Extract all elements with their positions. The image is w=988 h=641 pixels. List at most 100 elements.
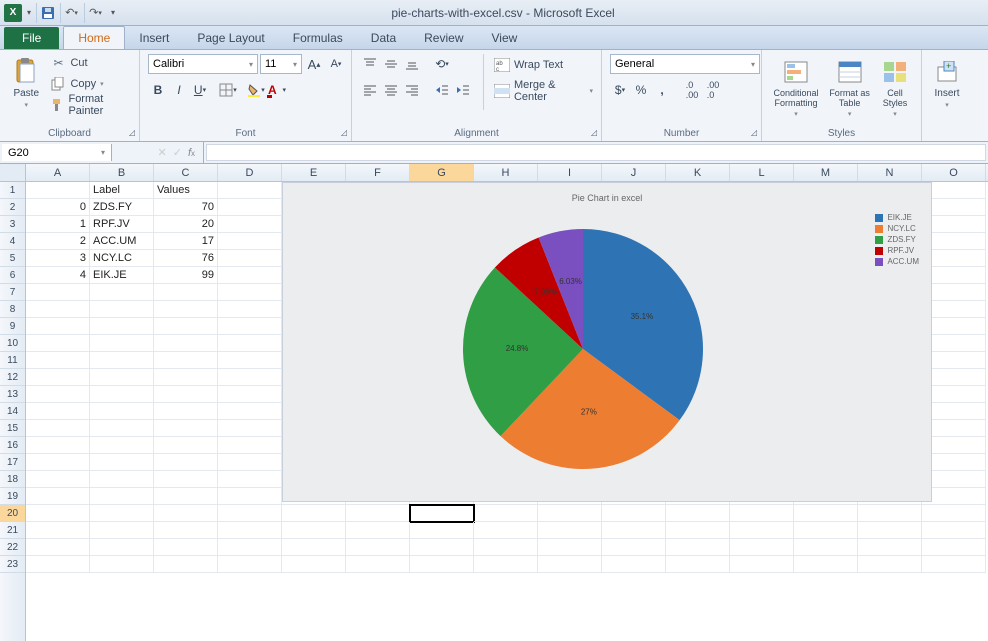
- format-painter-button[interactable]: Format Painter: [50, 96, 131, 114]
- cell-A11[interactable]: [26, 352, 90, 369]
- cell-K21[interactable]: [666, 522, 730, 539]
- cell-H21[interactable]: [474, 522, 538, 539]
- cell-B6[interactable]: EIK.JE: [90, 267, 154, 284]
- cell-G23[interactable]: [410, 556, 474, 573]
- font-color-button[interactable]: A▾: [267, 80, 287, 100]
- worksheet-grid[interactable]: ABCDEFGHIJKLMNO 123456789101112131415161…: [0, 164, 988, 641]
- cell-M21[interactable]: [794, 522, 858, 539]
- cell-C3[interactable]: 20: [154, 216, 218, 233]
- align-center-button[interactable]: [381, 80, 401, 100]
- cell-B1[interactable]: Label: [90, 182, 154, 199]
- tab-home[interactable]: Home: [63, 26, 125, 49]
- cell-D3[interactable]: [218, 216, 282, 233]
- save-icon[interactable]: [36, 3, 58, 23]
- row-header-5[interactable]: 5: [0, 250, 25, 267]
- app-menu-chevron-icon[interactable]: ▾: [24, 8, 34, 17]
- align-right-button[interactable]: [402, 80, 422, 100]
- cell-C16[interactable]: [154, 437, 218, 454]
- cell-M20[interactable]: [794, 505, 858, 522]
- row-header-2[interactable]: 2: [0, 199, 25, 216]
- cell-A14[interactable]: [26, 403, 90, 420]
- cell-B10[interactable]: [90, 335, 154, 352]
- cell-A6[interactable]: 4: [26, 267, 90, 284]
- tab-view[interactable]: View: [478, 27, 532, 49]
- cell-A12[interactable]: [26, 369, 90, 386]
- cell-C11[interactable]: [154, 352, 218, 369]
- cell-B21[interactable]: [90, 522, 154, 539]
- cell-D1[interactable]: [218, 182, 282, 199]
- cell-C2[interactable]: 70: [154, 199, 218, 216]
- border-button[interactable]: ▾: [218, 80, 238, 100]
- col-header-K[interactable]: K: [666, 164, 730, 181]
- cell-A18[interactable]: [26, 471, 90, 488]
- font-name-combo[interactable]: Calibri▾: [148, 54, 258, 74]
- row-header-13[interactable]: 13: [0, 386, 25, 403]
- row-header-15[interactable]: 15: [0, 420, 25, 437]
- cell-D21[interactable]: [218, 522, 282, 539]
- cell-B22[interactable]: [90, 539, 154, 556]
- qat-customize-chevron-icon[interactable]: ▾: [108, 8, 118, 17]
- accounting-format-button[interactable]: $▾: [610, 80, 630, 100]
- decrease-decimal-button[interactable]: .00.0: [703, 80, 723, 100]
- grow-font-button[interactable]: A▴: [304, 54, 324, 74]
- row-header-18[interactable]: 18: [0, 471, 25, 488]
- tab-file[interactable]: File: [4, 27, 59, 49]
- row-header-4[interactable]: 4: [0, 233, 25, 250]
- cell-O20[interactable]: [922, 505, 986, 522]
- row-header-7[interactable]: 7: [0, 284, 25, 301]
- row-header-8[interactable]: 8: [0, 301, 25, 318]
- cell-C20[interactable]: [154, 505, 218, 522]
- cell-K20[interactable]: [666, 505, 730, 522]
- align-left-button[interactable]: [360, 80, 380, 100]
- cell-A5[interactable]: 3: [26, 250, 90, 267]
- cell-F20[interactable]: [346, 505, 410, 522]
- enter-icon[interactable]: ✓: [173, 146, 182, 159]
- merge-center-button[interactable]: Merge & Center ▾: [494, 82, 593, 100]
- cancel-icon[interactable]: ✕: [158, 146, 167, 159]
- cell-A3[interactable]: 1: [26, 216, 90, 233]
- tab-formulas[interactable]: Formulas: [279, 27, 357, 49]
- cell-A23[interactable]: [26, 556, 90, 573]
- tab-insert[interactable]: Insert: [125, 27, 183, 49]
- cell-G21[interactable]: [410, 522, 474, 539]
- cell-I23[interactable]: [538, 556, 602, 573]
- fill-color-button[interactable]: ▾: [246, 80, 266, 100]
- row-header-12[interactable]: 12: [0, 369, 25, 386]
- cell-A8[interactable]: [26, 301, 90, 318]
- cell-D5[interactable]: [218, 250, 282, 267]
- cell-B13[interactable]: [90, 386, 154, 403]
- cell-B18[interactable]: [90, 471, 154, 488]
- italic-button[interactable]: I: [169, 80, 189, 100]
- cell-B2[interactable]: ZDS.FY: [90, 199, 154, 216]
- cell-J22[interactable]: [602, 539, 666, 556]
- cell-O22[interactable]: [922, 539, 986, 556]
- cell-C6[interactable]: 99: [154, 267, 218, 284]
- shrink-font-button[interactable]: A▾: [326, 54, 346, 74]
- formula-input[interactable]: [206, 144, 986, 161]
- cell-A9[interactable]: [26, 318, 90, 335]
- tab-data[interactable]: Data: [357, 27, 410, 49]
- col-header-G[interactable]: G: [410, 164, 474, 181]
- cell-G20[interactable]: [410, 505, 474, 522]
- cell-O23[interactable]: [922, 556, 986, 573]
- cell-D19[interactable]: [218, 488, 282, 505]
- format-as-table-button[interactable]: Format as Table▾: [828, 54, 871, 118]
- font-size-combo[interactable]: 11▾: [260, 54, 302, 74]
- row-header-10[interactable]: 10: [0, 335, 25, 352]
- cell-A20[interactable]: [26, 505, 90, 522]
- cell-E22[interactable]: [282, 539, 346, 556]
- cell-D2[interactable]: [218, 199, 282, 216]
- cell-N23[interactable]: [858, 556, 922, 573]
- insert-cells-button[interactable]: + Insert▾: [930, 54, 964, 109]
- cell-H20[interactable]: [474, 505, 538, 522]
- cell-I21[interactable]: [538, 522, 602, 539]
- cell-A17[interactable]: [26, 454, 90, 471]
- cell-D13[interactable]: [218, 386, 282, 403]
- col-header-A[interactable]: A: [26, 164, 90, 181]
- select-all-corner[interactable]: [0, 164, 26, 181]
- row-header-9[interactable]: 9: [0, 318, 25, 335]
- cell-H23[interactable]: [474, 556, 538, 573]
- cell-A4[interactable]: 2: [26, 233, 90, 250]
- cell-B7[interactable]: [90, 284, 154, 301]
- row-header-20[interactable]: 20: [0, 505, 25, 522]
